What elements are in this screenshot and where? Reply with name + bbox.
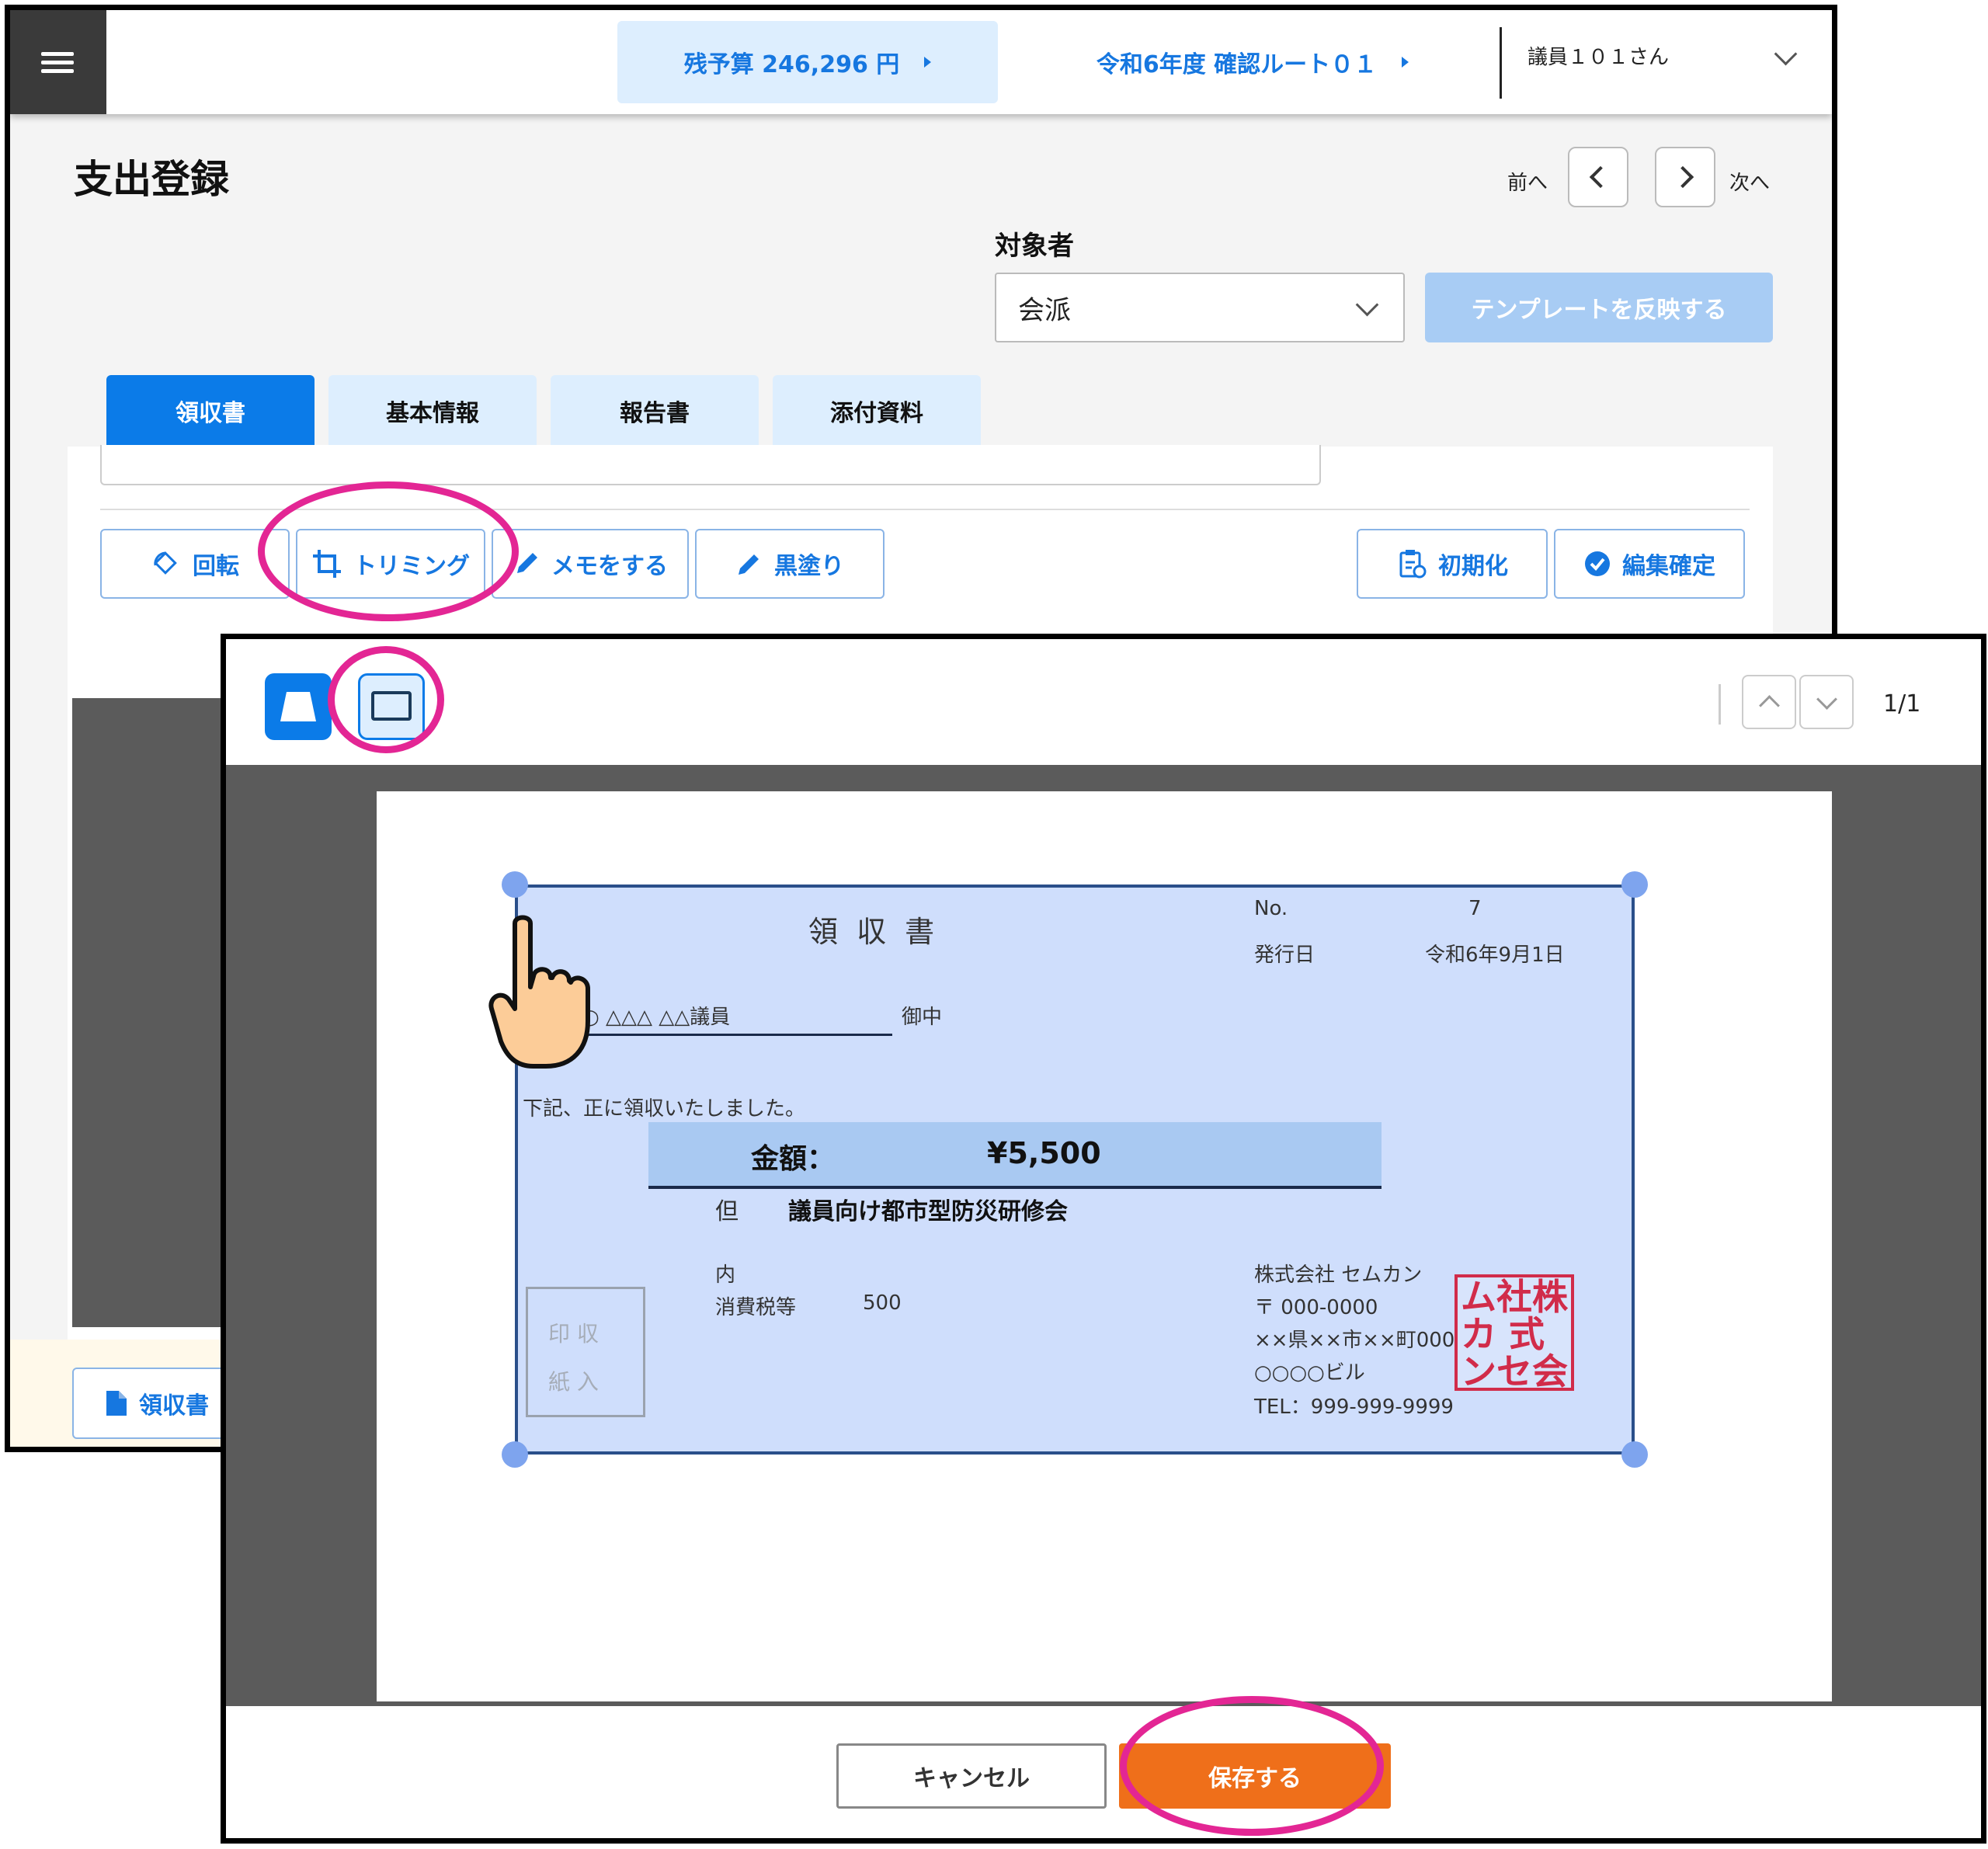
top-header: 残予算 246,296 円 令和6年度 確認ルート０１ 議員１０１さん [10, 10, 1832, 114]
reset-button[interactable]: 初期化 [1357, 529, 1548, 599]
trapezoid-icon [280, 692, 316, 721]
memo-textarea[interactable] [100, 445, 1321, 485]
remaining-budget-label: 残予算 246,296 円 [683, 51, 900, 78]
prev-label: 前へ [1507, 172, 1548, 195]
hamburger-icon [41, 52, 74, 56]
confirm-edit-label: 編集確定 [1622, 553, 1715, 580]
check-circle-icon [1585, 551, 1610, 576]
user-menu-chevron-down-icon[interactable] [1774, 42, 1798, 66]
highlight-ring-rectangle-tool [328, 646, 444, 753]
seal-row3: ンセ会 [1461, 1350, 1568, 1392]
chevron-down-icon [1816, 688, 1837, 710]
memo-button[interactable]: メモをする [492, 529, 689, 599]
remaining-budget-button[interactable]: 残予算 246,296 円 [617, 21, 998, 103]
subject-select[interactable]: 会派 [995, 273, 1405, 342]
purpose: 議員向け都市型防災研修会 [788, 1198, 1068, 1225]
confirm-edit-button[interactable]: 編集確定 [1554, 529, 1745, 599]
issue-date-label: 発行日 [1254, 944, 1315, 967]
company-seal: ム社株 カ 式 ンセ会 [1455, 1274, 1574, 1391]
subject-label: 対象者 [995, 231, 1074, 262]
tax-value: 500 [863, 1291, 902, 1315]
memo-label: メモをする [551, 553, 668, 580]
prev-button[interactable] [1568, 147, 1628, 207]
seal-row2: カ 式 [1461, 1313, 1545, 1355]
subject-selected-value: 会派 [1018, 294, 1071, 326]
rotate-label: 回転 [193, 553, 239, 580]
addressee: ○ △△△ △△議員 [582, 1006, 731, 1029]
next-button[interactable] [1655, 147, 1715, 207]
tab-receipt[interactable]: 領収書 [106, 375, 315, 447]
rotate-icon [154, 551, 177, 575]
amount-label: 金額： [751, 1143, 836, 1175]
issue-date-value: 令和6年9月1日 [1425, 944, 1565, 967]
crop-handle-bottom-left[interactable] [502, 1441, 528, 1468]
hamburger-menu-button[interactable] [10, 10, 106, 114]
approval-route-label: 令和6年度 確認ルート０１ [1096, 51, 1378, 78]
crop-handle-bottom-right[interactable] [1621, 1441, 1648, 1468]
breakdown-label: 内 [715, 1263, 736, 1287]
company-postal: 〒 000-0000 [1254, 1296, 1378, 1319]
seal-row1: ム社株 [1461, 1276, 1568, 1318]
crop-handle-top-right[interactable] [1621, 871, 1648, 898]
approval-route-button[interactable]: 令和6年度 確認ルート０１ [1051, 21, 1455, 103]
cancel-button[interactable]: キャンセル [836, 1743, 1107, 1809]
blackout-label: 黒塗り [774, 553, 844, 580]
chevron-right-icon [1671, 165, 1694, 189]
tax-label: 消費税等 [715, 1296, 797, 1319]
tab-basic-info[interactable]: 基本情報 [328, 375, 537, 447]
stamp-box-line2: 紙 入 [548, 1369, 599, 1395]
chevron-left-icon [1589, 165, 1612, 189]
caret-right-icon [1402, 57, 1409, 68]
highlight-ring-save [1120, 1696, 1384, 1836]
received-text: 下記、正に領収いたしました。 [523, 1097, 806, 1121]
company-name: 株式会社 セムカン [1254, 1263, 1423, 1287]
blackout-button[interactable]: 黒塗り [695, 529, 885, 599]
purpose-prefix: 但 [715, 1198, 739, 1225]
chevron-down-icon [1355, 293, 1379, 316]
page-up-button[interactable] [1742, 675, 1796, 729]
document-icon [106, 1391, 127, 1416]
company-tel: TEL：999-999-9999 [1254, 1395, 1454, 1419]
perspective-crop-button[interactable] [265, 673, 332, 740]
receipt-document-label: 領収書 [139, 1392, 209, 1420]
receipt-no-label: No. [1254, 897, 1288, 920]
stamp-box-line1: 印 収 [548, 1321, 599, 1347]
next-label: 次へ [1729, 172, 1771, 195]
page-indicator: 1/1 [1883, 690, 1921, 718]
company-building: ○○○○ビル [1254, 1361, 1365, 1385]
page-title: 支出登録 [74, 157, 229, 202]
pointing-hand-icon [488, 915, 590, 1069]
apply-template-button[interactable]: テンプレートを反映する [1425, 273, 1773, 342]
user-name[interactable]: 議員１０１さん [1527, 41, 1669, 70]
highlight-ring-trim [258, 481, 519, 621]
addressee-underline [572, 1034, 892, 1036]
reset-label: 初期化 [1438, 553, 1508, 580]
company-address: ××県××市××町000 [1254, 1329, 1455, 1352]
clipboard-reset-icon [1399, 550, 1427, 579]
crop-handle-top-left[interactable] [502, 871, 528, 898]
receipt-title: 領 収 書 [808, 915, 940, 949]
header-divider [1500, 27, 1502, 99]
trim-modal: 1/1 領 収 書 No. 7 発行日 令和6年9月1日 ○ △△△ △△議員 … [221, 634, 1986, 1844]
revenue-stamp-box: 印 収 紙 入 [526, 1287, 645, 1417]
caret-right-icon [924, 57, 932, 68]
tab-attachments[interactable]: 添付資料 [773, 375, 981, 447]
pencil-icon [739, 554, 759, 575]
pager-divider [1719, 684, 1721, 725]
addressee-suffix: 御中 [902, 1006, 943, 1029]
amount-value: ¥5,500 [987, 1136, 1101, 1170]
tab-report[interactable]: 報告書 [551, 375, 759, 447]
chevron-up-icon [1758, 694, 1780, 716]
page-down-button[interactable] [1799, 675, 1854, 729]
receipt-no-value: 7 [1468, 897, 1482, 920]
